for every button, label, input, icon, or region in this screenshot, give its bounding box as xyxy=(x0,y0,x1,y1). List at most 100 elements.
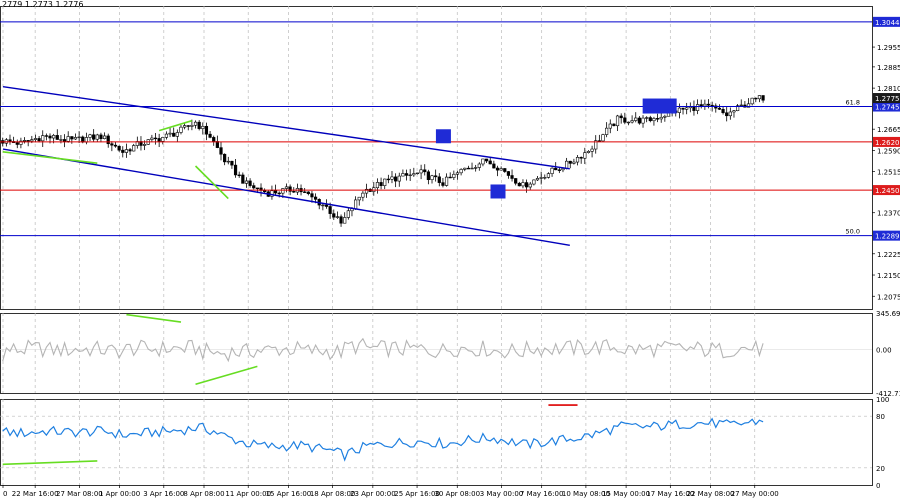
candle-body xyxy=(248,180,252,186)
candle-body xyxy=(310,193,314,198)
candle-body xyxy=(193,121,198,126)
candle-body xyxy=(419,169,423,174)
candle-body xyxy=(208,133,212,138)
x-tick-label: 3 Apr 16:00 xyxy=(143,490,184,498)
y-tick-label: 1.2955 xyxy=(877,44,900,52)
rsi-tick-label: 0 xyxy=(876,482,880,490)
level-price-label: 1.3044 xyxy=(875,19,900,27)
candle-body xyxy=(550,167,554,174)
candle-body xyxy=(59,139,63,141)
candle-body xyxy=(685,107,689,110)
candle-body xyxy=(641,117,645,124)
candle-body xyxy=(324,204,329,207)
y-tick-label: 1.2810 xyxy=(877,85,900,93)
candle-body xyxy=(132,145,136,152)
candle-body xyxy=(725,112,729,117)
candle-body xyxy=(695,104,700,111)
candle-body xyxy=(394,176,398,182)
candle-body xyxy=(88,134,92,138)
candle-body xyxy=(699,104,703,107)
panel-frame xyxy=(0,313,873,394)
signal-marker xyxy=(490,184,506,199)
candle-body xyxy=(572,161,576,164)
candle-body xyxy=(452,173,456,178)
candle-body xyxy=(70,136,74,140)
x-tick-label: 18 Apr 08:00 xyxy=(310,490,356,498)
candle-body xyxy=(575,157,580,163)
candle-body xyxy=(470,167,474,170)
candle-body xyxy=(474,167,478,169)
candle-body xyxy=(313,196,318,200)
candle-body xyxy=(477,163,481,168)
candle-body xyxy=(648,117,652,122)
candle-body xyxy=(506,171,511,176)
x-tick-label: 7 May 16:00 xyxy=(520,490,564,498)
candle-body xyxy=(8,139,12,142)
candle-body xyxy=(161,137,165,142)
candle-body xyxy=(66,136,70,142)
candle-body xyxy=(510,175,514,179)
x-tick-label: 15 May 00:00 xyxy=(602,490,650,498)
candle-body xyxy=(164,133,169,138)
candle-body xyxy=(284,186,289,189)
candle-body xyxy=(605,127,609,135)
candle-body xyxy=(150,137,154,140)
candle-body xyxy=(15,142,19,145)
candle-body xyxy=(273,190,278,194)
candle-body xyxy=(102,135,107,140)
x-tick-label: 3 May 00:00 xyxy=(480,490,524,498)
chart-canvas[interactable]: 0 22 Mar 16:0027 Mar 08:001 Apr 00:00 3 Ap… xyxy=(0,0,900,500)
cci-divergence-line xyxy=(126,313,182,323)
candle-body xyxy=(346,210,350,218)
candle-body xyxy=(226,160,230,163)
candle-body xyxy=(448,176,452,179)
candle-body xyxy=(543,177,547,179)
y-tick-label: 1.2225 xyxy=(877,251,900,259)
level-price-label: 1.2745 xyxy=(875,104,900,112)
level-price-label: 1.2450 xyxy=(875,187,900,195)
candle-body xyxy=(412,173,416,176)
candle-body xyxy=(430,175,434,181)
candle-body xyxy=(303,191,307,193)
candle-body xyxy=(521,182,525,187)
x-tick-label: 8 Apr 08:00 xyxy=(183,490,224,498)
candle-body xyxy=(48,135,52,139)
candle-body xyxy=(55,135,59,140)
rsi-tick-label: 80 xyxy=(876,413,885,421)
candle-body xyxy=(597,140,601,142)
candle-body xyxy=(106,135,110,145)
candle-body xyxy=(62,139,67,142)
candle-body xyxy=(404,173,409,176)
channel-lower-line xyxy=(2,148,570,246)
candle-body xyxy=(590,148,594,152)
y-tick-label: 1.2515 xyxy=(877,169,900,177)
candle-body xyxy=(204,125,209,135)
candle-body xyxy=(113,144,118,147)
x-tick-label: 15 Apr 16:00 xyxy=(266,490,312,498)
candle-body xyxy=(761,95,765,101)
candle-body xyxy=(201,125,205,129)
candle-body xyxy=(626,121,631,124)
candle-body xyxy=(615,115,620,127)
candle-body xyxy=(223,153,227,163)
candle-body xyxy=(619,115,623,119)
candle-body xyxy=(281,188,285,194)
candle-body xyxy=(33,138,38,140)
candle-body xyxy=(503,168,507,172)
candle-body xyxy=(328,206,332,214)
candle-body xyxy=(375,182,380,189)
channel-upper-line xyxy=(2,86,570,170)
candle-body xyxy=(343,217,347,224)
candle-body xyxy=(143,144,147,146)
candle-body xyxy=(354,199,358,210)
candle-body xyxy=(535,178,540,181)
candle-body xyxy=(386,178,390,181)
panel-frame xyxy=(0,6,873,310)
candle-body xyxy=(26,140,30,142)
candle-body xyxy=(117,145,121,151)
x-tick-label: 27 May 00:00 xyxy=(731,490,779,498)
candle-body xyxy=(128,149,132,152)
candle-body xyxy=(757,95,762,100)
candle-body xyxy=(81,136,85,143)
level-price-label: 1.2620 xyxy=(875,139,900,147)
